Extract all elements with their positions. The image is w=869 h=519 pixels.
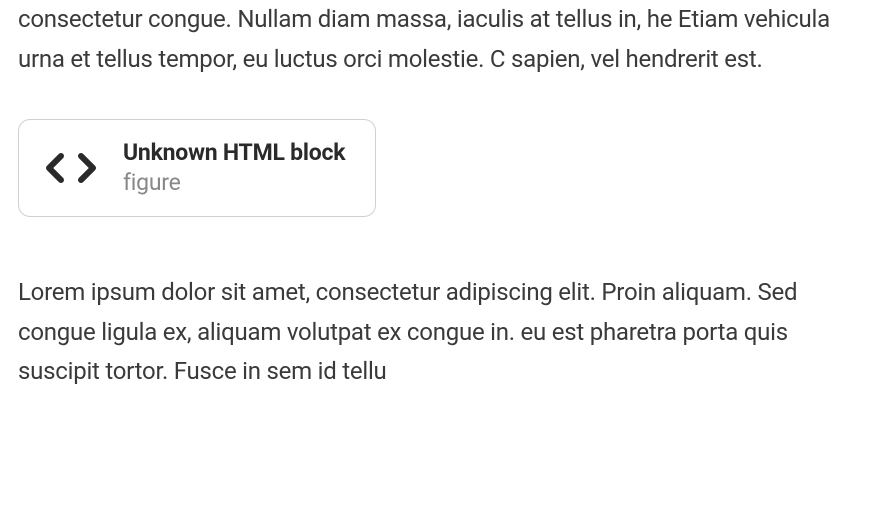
html-block-title: Unknown HTML block — [123, 138, 345, 168]
code-icon — [43, 148, 99, 188]
html-block-subtitle: figure — [123, 168, 345, 198]
html-block-text: Unknown HTML block figure — [123, 138, 345, 198]
body-text-top: consectetur congue. Nullam diam massa, i… — [18, 0, 851, 79]
body-text-bottom: Lorem ipsum dolor sit amet, consectetur … — [18, 273, 851, 392]
unknown-html-block[interactable]: Unknown HTML block figure — [18, 119, 376, 217]
